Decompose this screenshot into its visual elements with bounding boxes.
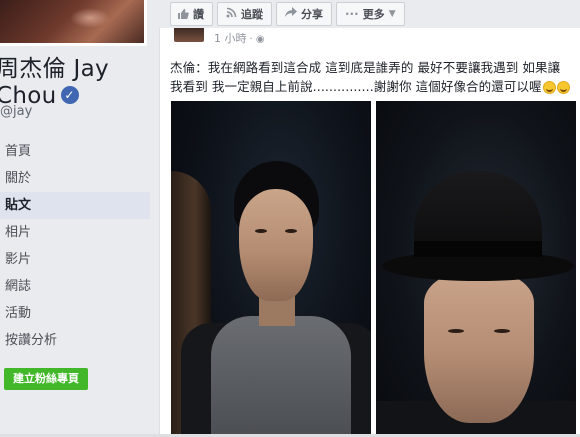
post-timestamp[interactable]: 1 小時 · ◉ bbox=[214, 30, 265, 46]
share-button[interactable]: 分享 bbox=[276, 2, 332, 26]
post-header: 1 小時 · ◉ bbox=[166, 28, 366, 46]
profile-picture[interactable] bbox=[0, 0, 147, 46]
post-text-line2-wrap: 我看到 我一定親自上前說...............謝謝你 這個好像合的還可以… bbox=[170, 77, 576, 96]
more-label: 更多 bbox=[362, 8, 385, 21]
like-icon bbox=[177, 8, 189, 20]
chevron-down-icon: ▼ bbox=[388, 9, 396, 19]
verified-badge-icon: ✓ bbox=[60, 85, 79, 104]
eye-left bbox=[255, 229, 267, 233]
post-photo-left[interactable] bbox=[171, 101, 371, 437]
more-button[interactable]: ··· 更多 ▼ bbox=[336, 2, 405, 26]
post-card: 1 小時 · ◉ 杰倫：我在網路看到這合成 這到底是誰弄的 最好不要讓我遇到 如果… bbox=[159, 28, 580, 437]
post-author-avatar[interactable] bbox=[174, 28, 204, 42]
nav-item-posts[interactable]: 貼文 bbox=[0, 192, 150, 219]
globe-icon: · ◉ bbox=[249, 34, 265, 45]
page-title[interactable]: 周杰倫 Jay Chou ✓ bbox=[0, 56, 166, 110]
follow-button[interactable]: 追蹤 bbox=[217, 2, 272, 26]
follow-label: 追蹤 bbox=[241, 8, 263, 21]
post-timestamp-text: 1 小時 bbox=[214, 32, 247, 45]
nav-item-videos[interactable]: 影片 bbox=[0, 246, 150, 273]
nav-item-events[interactable]: 活動 bbox=[0, 300, 150, 327]
post-photo-right[interactable] bbox=[376, 101, 576, 437]
create-page-button[interactable]: 建立粉絲專頁 bbox=[4, 368, 88, 390]
share-icon bbox=[285, 7, 297, 21]
post-text-line2: 我看到 我一定親自上前說...............謝謝你 這個好像合的還可以… bbox=[170, 79, 542, 94]
hat-band bbox=[414, 241, 542, 257]
page-nav: 首頁 關於 貼文 相片 影片 網誌 活動 按讚分析 bbox=[0, 138, 150, 354]
grey-shirt bbox=[211, 316, 351, 437]
eye-right bbox=[494, 329, 510, 333]
nav-item-photos[interactable]: 相片 bbox=[0, 219, 150, 246]
page-sidebar: 周杰倫 Jay Chou ✓ @jay 首頁 關於 貼文 相片 影片 網誌 活動 … bbox=[0, 0, 160, 437]
like-button[interactable]: 讚 bbox=[170, 2, 213, 26]
nav-item-home[interactable]: 首頁 bbox=[0, 138, 150, 165]
eye-left bbox=[448, 329, 464, 333]
profile-picture-highlight bbox=[70, 8, 110, 28]
rss-icon bbox=[226, 7, 237, 21]
more-dots-icon: ··· bbox=[345, 7, 359, 21]
post-body: 杰倫：我在網路看到這合成 這到底是誰弄的 最好不要讓我遇到 如果讓 我看到 我一… bbox=[170, 58, 576, 96]
face bbox=[239, 189, 313, 301]
eye-right bbox=[285, 229, 297, 233]
share-label: 分享 bbox=[301, 8, 323, 21]
page-handle[interactable]: @jay bbox=[0, 104, 32, 119]
nav-item-about[interactable]: 關於 bbox=[0, 165, 150, 192]
page-title-line1: 周杰倫 Jay bbox=[0, 56, 109, 82]
page-action-bar: 讚 追蹤 分享 ··· 更多 ▼ bbox=[170, 2, 420, 28]
nav-item-insights[interactable]: 按讚分析 bbox=[0, 327, 150, 354]
face bbox=[424, 273, 534, 423]
laughing-emoji-icon bbox=[542, 81, 556, 94]
post-text-line1: 杰倫：我在網路看到這合成 這到底是誰弄的 最好不要讓我遇到 如果讓 bbox=[170, 60, 561, 75]
like-label: 讚 bbox=[193, 8, 204, 21]
laughing-emoji-icon bbox=[556, 81, 570, 94]
nav-item-notes[interactable]: 網誌 bbox=[0, 273, 150, 300]
